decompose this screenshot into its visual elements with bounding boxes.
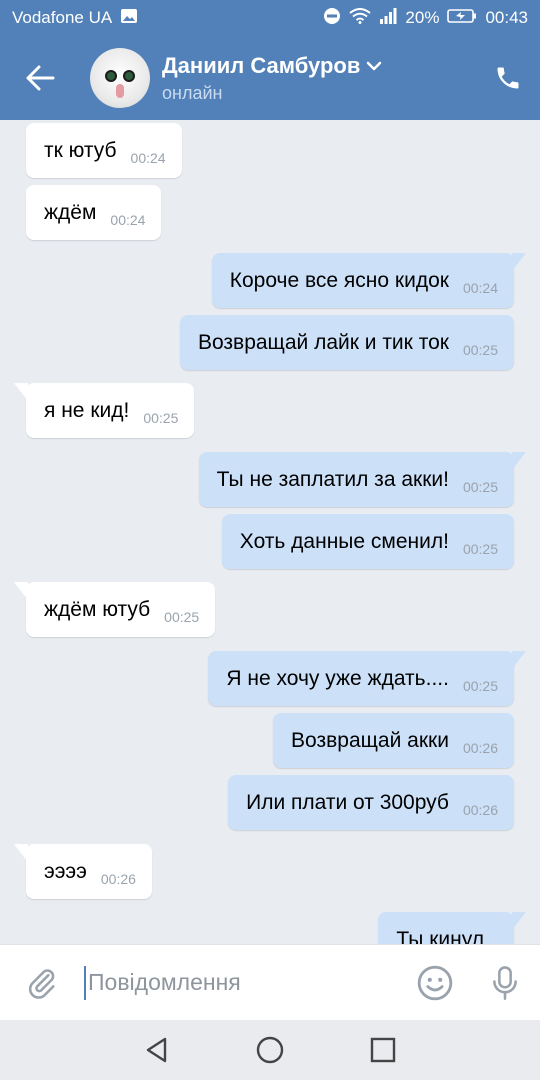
message-text: Ты кинул: [396, 928, 484, 944]
contact-info[interactable]: Даниил Самбуров онлайн: [162, 53, 476, 104]
message-time: 00:25: [462, 478, 498, 495]
message-time: 00:25: [143, 409, 179, 426]
message-outgoing[interactable]: Ты не заплатил за акки! 00:25: [198, 452, 526, 507]
triangle-back-icon: [146, 1037, 166, 1063]
message-text: ээээ: [44, 859, 87, 883]
message-input-placeholder: Повідомлення: [88, 969, 241, 995]
image-notification-icon: [120, 8, 138, 29]
message-outgoing[interactable]: Короче все ясно кидок 00:24: [211, 253, 526, 308]
message-time: 00:25: [462, 677, 498, 694]
message-time: 00:24: [462, 279, 498, 296]
square-recents-icon: [371, 1037, 396, 1063]
message-outgoing[interactable]: Возвращай акки 00:26: [273, 713, 514, 768]
message-incoming[interactable]: тк ютуб 00:24: [26, 123, 182, 178]
phone-icon: [497, 67, 519, 89]
message-time: 00:24: [110, 211, 146, 228]
call-button[interactable]: [476, 36, 540, 120]
message-text: тк ютуб: [44, 138, 117, 162]
battery-charging-icon: [447, 8, 477, 29]
composer: Повідомлення: [0, 944, 540, 1020]
microphone-icon: [493, 965, 517, 1000]
chat-header: Даниил Самбуров онлайн: [0, 36, 540, 120]
message-text: Хоть данные сменил!: [239, 529, 449, 553]
chevron-down-icon: [367, 61, 382, 70]
paperclip-icon: [28, 968, 55, 999]
message-incoming[interactable]: я не кид! 00:25: [14, 383, 195, 438]
message-outgoing[interactable]: Хоть данные сменил! 00:25: [221, 514, 514, 569]
signal-icon: [379, 7, 397, 29]
message-outgoing[interactable]: Я не хочу уже ждать.... 00:25: [208, 651, 526, 706]
status-bar: Vodafone UA 20% 00:43: [0, 0, 540, 36]
system-navigation-bar: [0, 1020, 540, 1080]
message-time: 00:25: [164, 608, 200, 625]
contact-name: Даниил Самбуров: [162, 52, 361, 78]
avatar[interactable]: [90, 48, 150, 108]
message-incoming[interactable]: ждём ютуб 00:25: [14, 582, 216, 637]
battery-percent: 20%: [405, 8, 440, 27]
message-text: Возвращай лайк и тик ток: [197, 330, 449, 354]
nav-home-button[interactable]: [240, 1020, 300, 1080]
message-list[interactable]: тк ютуб 00:24 ждём 00:24 Короче все ясно…: [0, 120, 540, 944]
message-time: 00:25: [462, 540, 498, 557]
emoji-button[interactable]: [400, 945, 470, 1021]
message-text: Я не хочу уже ждать....: [226, 666, 449, 690]
message-text: ждём: [44, 200, 97, 224]
smiley-icon: [417, 965, 453, 1000]
circle-home-icon: [256, 1036, 284, 1064]
message-time: 00:25: [462, 341, 498, 358]
clock: 00:43: [485, 8, 528, 27]
message-outgoing[interactable]: Возвращай лайк и тик ток 00:25: [179, 315, 514, 370]
message-time: 00:26: [462, 801, 498, 818]
message-input[interactable]: Повідомлення: [84, 945, 400, 1021]
back-button[interactable]: [0, 36, 80, 120]
message-text: ждём ютуб: [44, 597, 151, 621]
message-time: 00:24: [130, 149, 166, 166]
wifi-icon: [349, 7, 372, 29]
contact-status: онлайн: [162, 82, 223, 103]
message-incoming[interactable]: ждём 00:24: [26, 185, 162, 240]
message-text: Возвращай акки: [291, 728, 449, 752]
message-text: Ты не заплатил за акки!: [216, 467, 449, 491]
carrier-name: Vodafone UA: [12, 8, 113, 27]
message-incoming[interactable]: ээээ 00:26: [14, 844, 152, 899]
nav-back-button[interactable]: [127, 1020, 187, 1080]
do-not-disturb-icon: [323, 7, 341, 30]
message-text: Или плати от 300руб: [246, 790, 449, 814]
message-outgoing[interactable]: Или плати от 300руб 00:26: [228, 775, 514, 830]
attach-button[interactable]: [0, 945, 84, 1021]
text-cursor: [84, 965, 86, 1000]
message-text: я не кид!: [44, 398, 130, 422]
voice-message-button[interactable]: [470, 945, 540, 1021]
message-time: 00:26: [100, 870, 136, 887]
arrow-left-icon: [26, 65, 55, 91]
message-time: 00:26: [462, 739, 498, 756]
message-outgoing[interactable]: Ты кинул: [378, 912, 526, 944]
nav-recents-button[interactable]: [353, 1020, 413, 1080]
message-text: Короче все ясно кидок: [229, 268, 449, 292]
